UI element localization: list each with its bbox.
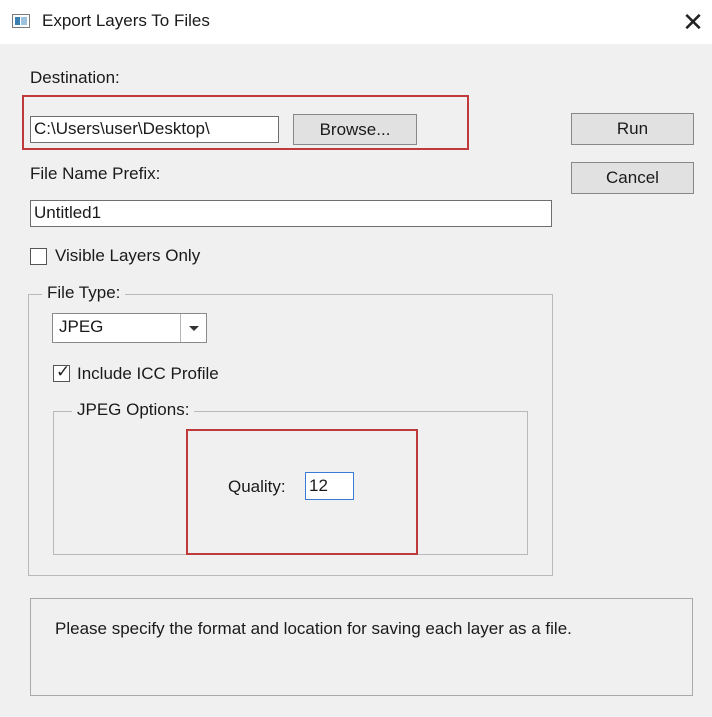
prefix-field[interactable]: Untitled1: [30, 200, 552, 227]
status-message: Please specify the format and location f…: [55, 619, 572, 638]
file-type-legend: File Type:: [42, 283, 126, 303]
app-icon: [12, 14, 30, 28]
destination-label: Destination:: [30, 68, 120, 87]
title-bar: Export Layers To Files ✕: [0, 0, 712, 44]
chevron-down-icon[interactable]: [180, 314, 206, 342]
visible-layers-checkbox[interactable]: [30, 248, 47, 265]
run-button[interactable]: Run: [571, 113, 694, 145]
checkmark-icon: ✓: [56, 362, 71, 381]
file-type-select[interactable]: JPEG: [52, 313, 207, 343]
browse-button[interactable]: Browse...: [293, 114, 417, 145]
quality-highlight: [186, 429, 418, 555]
icc-profile-checkbox[interactable]: ✓: [53, 362, 71, 382]
visible-layers-label: Visible Layers Only: [55, 246, 201, 265]
prefix-label: File Name Prefix:: [30, 164, 161, 183]
message-panel: Please specify the format and location f…: [30, 598, 693, 696]
close-icon[interactable]: ✕: [678, 6, 708, 38]
icc-profile-label: Include ICC Profile: [77, 364, 219, 383]
destination-field[interactable]: C:\Users\user\Desktop\: [30, 116, 279, 143]
quality-label: Quality:: [228, 477, 286, 496]
quality-input[interactable]: 12: [305, 472, 354, 500]
window-title: Export Layers To Files: [42, 11, 210, 30]
jpeg-options-legend: JPEG Options:: [72, 400, 195, 420]
cancel-button[interactable]: Cancel: [571, 162, 694, 194]
file-type-value: JPEG: [59, 317, 104, 336]
